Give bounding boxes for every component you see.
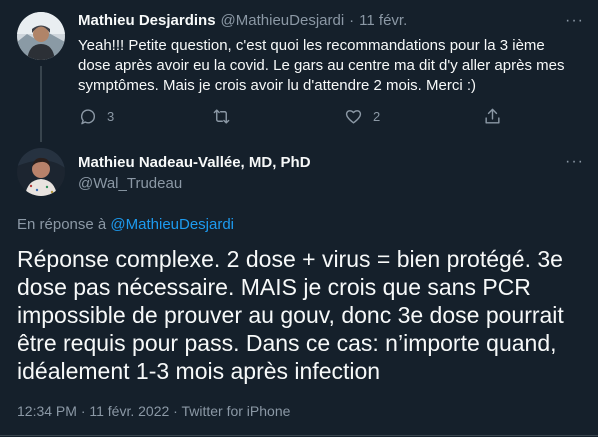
retweet-icon [213,109,230,124]
thread-connector-line [40,66,42,142]
reply-text: Yeah!!! Petite question, c'est quoi les … [78,36,588,96]
reply-author-name[interactable]: Mathieu Desjardins [78,12,216,29]
reply-author-avatar[interactable] [17,12,65,60]
reply-more-icon[interactable]: ··· [565,12,584,30]
retweet-button[interactable] [212,107,241,126]
reply-text-line: dose après avoir eu la covid. Le gars au… [78,57,565,74]
tweet-timestamp[interactable]: 12:34 PM · 11 févr. 2022 · Twitter for i… [17,403,290,419]
reply-date[interactable]: 11 févr. [359,12,407,29]
main-tweet-text: Réponse complexe. 2 dose + virus = bien … [17,245,592,385]
bottom-divider [0,435,598,436]
main-author-name[interactable]: Mathieu Nadeau-Vallée, MD, PhD [78,154,311,171]
main-author-avatar[interactable] [17,148,65,196]
share-button[interactable] [483,107,502,126]
main-author-handle[interactable]: @Wal_Trudeau [78,175,182,192]
replying-prefix: En réponse à [17,216,107,233]
reply-text-line: symptômes. Mais je crois avoir lu d'atte… [78,77,476,94]
header-separator: · [349,12,355,29]
reply-author-handle[interactable]: @MathieuDesjardi [221,12,345,29]
main-text-line: idéalement 1-3 mois après infection [17,358,381,384]
heart-icon [345,110,362,124]
replying-to-line: En réponse à @MathieuDesjardi [17,216,234,233]
like-count: 2 [373,109,381,124]
share-icon [485,108,500,124]
main-text-line: Réponse complexe. 2 dose + virus = bien … [17,246,563,272]
reply-button[interactable]: 3 [78,107,114,126]
main-more-icon[interactable]: ··· [565,153,584,171]
main-text-line: dose pas nécessaire. MAIS je crois que s… [17,274,531,300]
main-text-line: être requis pour pass. Dans ce cas: n’im… [17,330,557,356]
reply-text-line: Yeah!!! Petite question, c'est quoi les … [78,37,545,54]
main-text-line: impossible de prouver au gouv, donc 3e d… [17,302,564,328]
reply-header: Mathieu Desjardins @MathieuDesjardi · 11… [78,12,407,29]
replying-to-link[interactable]: @MathieuDesjardi [110,216,234,233]
reply-count: 3 [107,109,115,124]
like-button[interactable]: 2 [344,107,380,126]
reply-icon [80,109,96,125]
